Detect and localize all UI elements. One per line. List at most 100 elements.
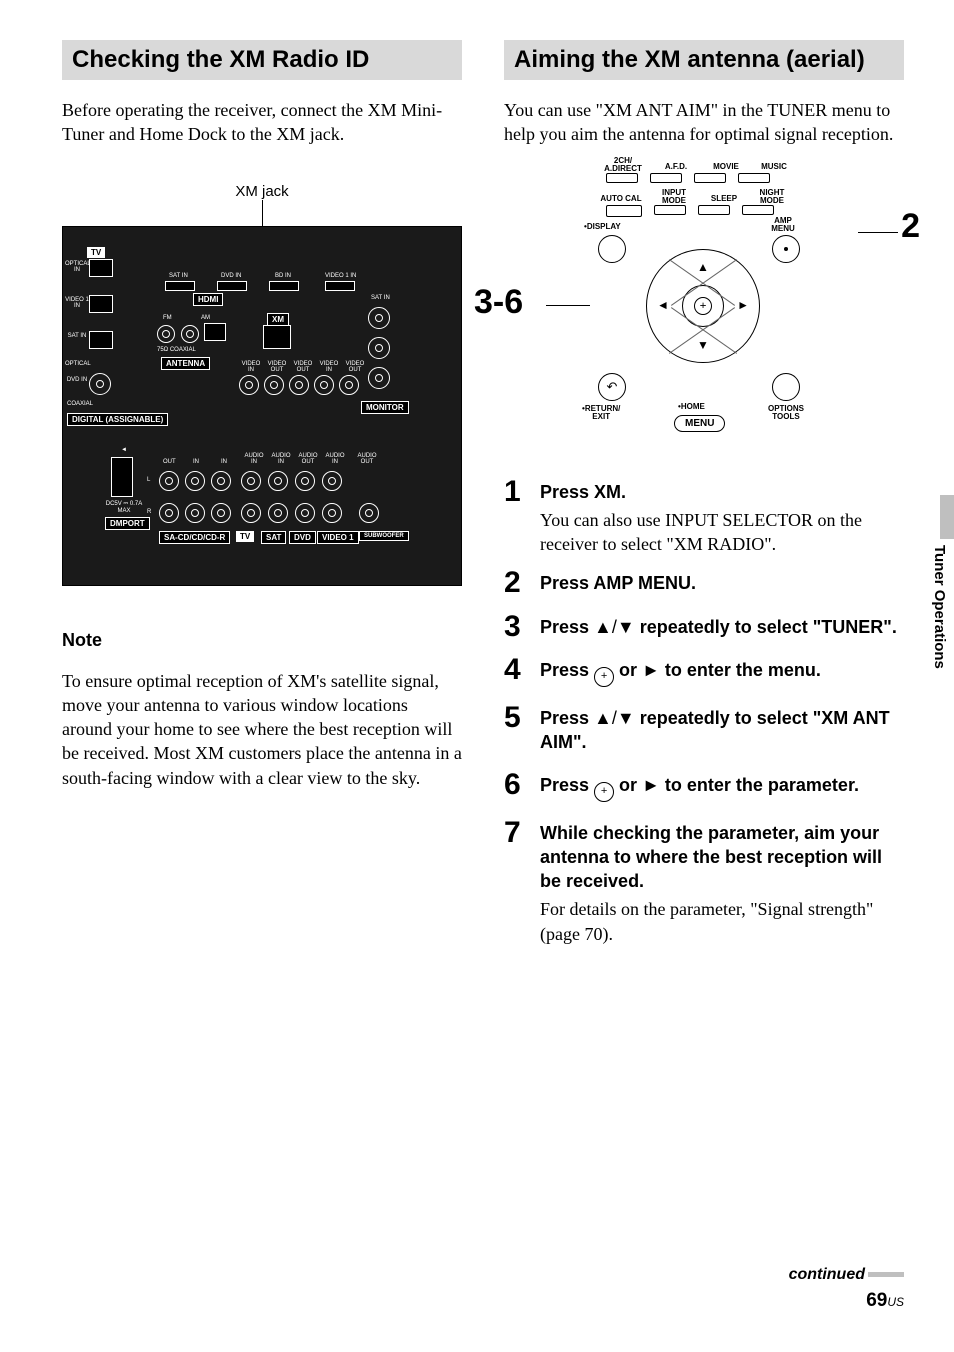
arrow-up-icon: ▲ <box>697 260 709 274</box>
panel-dc5v-label: DC5V ⎓ 0.7A MAX <box>105 501 143 514</box>
remote-options-button <box>772 373 800 401</box>
rear-panel-diagram: TV OPTICAL IN VIDEO 1 IN SAT IN OPTICAL … <box>62 226 462 586</box>
xm-jack-label: XM jack <box>62 183 462 200</box>
page-number: 69US <box>789 1290 904 1312</box>
step-1: 1 Press XM. You can also use INPUT SELEC… <box>504 477 904 557</box>
step-title: Press ♦/♦▲/▼ repeatedly to select "TUNER… <box>540 615 904 639</box>
step-title: Press XM. <box>540 480 904 504</box>
right-intro: You can use "XM ANT AIM" in the TUNER me… <box>504 98 904 147</box>
panel-satin-top-label: SAT IN <box>169 273 188 279</box>
step-detail: You can also use INPUT SELECTOR on the r… <box>540 508 904 557</box>
remote-diagram: 2CH/ A.DIRECT A.F.D. MOVIE MUSIC AUTO CA… <box>554 157 854 447</box>
right-heading: Aiming the XM antenna (aerial) <box>504 40 904 80</box>
panel-xm-jack-icon <box>263 325 291 349</box>
remote-dpad: ▲ ▼ ◄ ► + <box>646 249 760 363</box>
left-heading: Checking the XM Radio ID <box>62 40 462 80</box>
step-number: 4 <box>504 655 540 690</box>
enter-icon: + <box>694 297 712 315</box>
step-detail: For details on the parameter, "Signal st… <box>540 897 904 946</box>
panel-audio-in-label: AUDIO IN <box>243 453 265 465</box>
enter-icon: + <box>594 782 614 802</box>
panel-jack-icon <box>89 331 113 349</box>
step-title: Press + or ► to enter the menu. <box>540 658 904 686</box>
panel-dmport-badge: DMPORT <box>105 517 150 530</box>
remote-button <box>606 173 638 183</box>
remote-button <box>606 205 642 217</box>
panel-l-label: L <box>147 477 150 483</box>
step-2: 2 Press AMP MENU. <box>504 568 904 599</box>
step-number: 1 <box>504 477 540 557</box>
panel-monitor-badge: MONITOR <box>361 401 409 414</box>
panel-coaxial-label: COAXIAL <box>65 401 95 407</box>
remote-label: A.F.D. <box>658 163 694 171</box>
left-column: Checking the XM Radio ID Before operatin… <box>62 40 462 958</box>
side-tab-marker <box>940 495 954 539</box>
panel-video-out-label: VIDEO OUT <box>293 361 313 373</box>
page-footer: continued 69US <box>789 1266 904 1312</box>
panel-out-label: OUT <box>163 459 176 465</box>
callout-2: 2 <box>901 207 920 246</box>
remote-button <box>650 173 682 183</box>
panel-optical-label: OPTICAL <box>65 361 89 367</box>
panel-jack-icon <box>289 375 309 395</box>
callout-3-6: 3-6 <box>474 283 523 322</box>
remote-return-label: •RETURN/ EXIT <box>582 405 620 421</box>
panel-dmport-jack-icon <box>111 457 133 497</box>
remote-home-label: •HOME <box>678 403 705 411</box>
panel-sat-in-label: SAT IN <box>65 333 89 339</box>
panel-dvd-bottom-badge: DVD <box>289 531 316 544</box>
step-number: 3 <box>504 612 540 643</box>
panel-in-label: IN <box>221 459 227 465</box>
remote-display-label: •DISPLAY <box>584 223 621 231</box>
panel-jack-icon <box>89 259 113 277</box>
panel-dvdin-top-label: DVD IN <box>221 273 241 279</box>
remote-button <box>738 173 770 183</box>
step-title: Press AMP MENU. <box>540 571 904 595</box>
left-intro: Before operating the receiver, connect t… <box>62 98 462 147</box>
panel-satin-right-label: SAT IN <box>371 295 390 301</box>
panel-am-label: AM <box>201 315 210 321</box>
panel-jack-icon <box>204 323 226 341</box>
step-3: 3 Press ♦/♦▲/▼ repeatedly to select "TUN… <box>504 612 904 643</box>
panel-hdmi-jack-icon <box>325 281 355 291</box>
step-title: Press + or ► to enter the parameter. <box>540 773 904 801</box>
panel-video1-in-label: VIDEO 1 IN <box>65 297 89 309</box>
remote-amp-menu-button <box>772 235 800 263</box>
panel-digital-badge: DIGITAL (ASSIGNABLE) <box>67 413 168 426</box>
arrow-right-icon: ► <box>642 775 660 795</box>
panel-jack-icon <box>89 295 113 313</box>
panel-arrow-label: ◄ <box>121 447 127 453</box>
panel-jack-icon <box>264 375 284 395</box>
panel-hdmi-badge: HDMI <box>193 293 223 306</box>
callout-line <box>858 232 898 233</box>
remote-button <box>742 205 774 215</box>
arrow-down-icon: ▼ <box>697 338 709 352</box>
side-tab: Tuner Operations <box>916 495 954 705</box>
panel-antenna-badge: ANTENNA <box>161 357 210 370</box>
step-4: 4 Press + or ► to enter the menu. <box>504 655 904 690</box>
panel-jack-icon <box>157 325 175 343</box>
remote-display-button <box>598 235 626 263</box>
step-5: 5 Press ▲/▼ repeatedly to select "XM ANT… <box>504 703 904 759</box>
remote-label: 2CH/ A.DIRECT <box>600 157 646 173</box>
remote-return-button: ↶ <box>598 373 626 401</box>
arrow-right-icon: ► <box>737 298 749 312</box>
side-tab-label: Tuner Operations <box>931 545 948 669</box>
continued-label: continued <box>789 1266 904 1284</box>
arrow-left-icon: ◄ <box>657 298 669 312</box>
panel-optical-in-label: OPTICAL IN <box>65 261 89 273</box>
step-number: 5 <box>504 703 540 759</box>
panel-hdmi-jack-icon <box>269 281 299 291</box>
step-6: 6 Press + or ► to enter the parameter. <box>504 770 904 805</box>
panel-jack-icon <box>314 375 334 395</box>
step-7: 7 While checking the parameter, aim your… <box>504 818 904 946</box>
step-number: 6 <box>504 770 540 805</box>
remote-button <box>654 205 686 215</box>
panel-video-out-label: VIDEO OUT <box>345 361 365 373</box>
panel-audio-in-label: AUDIO IN <box>324 453 346 465</box>
up-down-arrows-icon: ▲/▼ <box>594 617 635 637</box>
remote-label: AUTO CAL <box>596 195 646 203</box>
panel-hdmi-jack-icon <box>217 281 247 291</box>
remote-label: INPUT MODE <box>654 189 694 205</box>
panel-audio-in-label: AUDIO IN <box>270 453 292 465</box>
